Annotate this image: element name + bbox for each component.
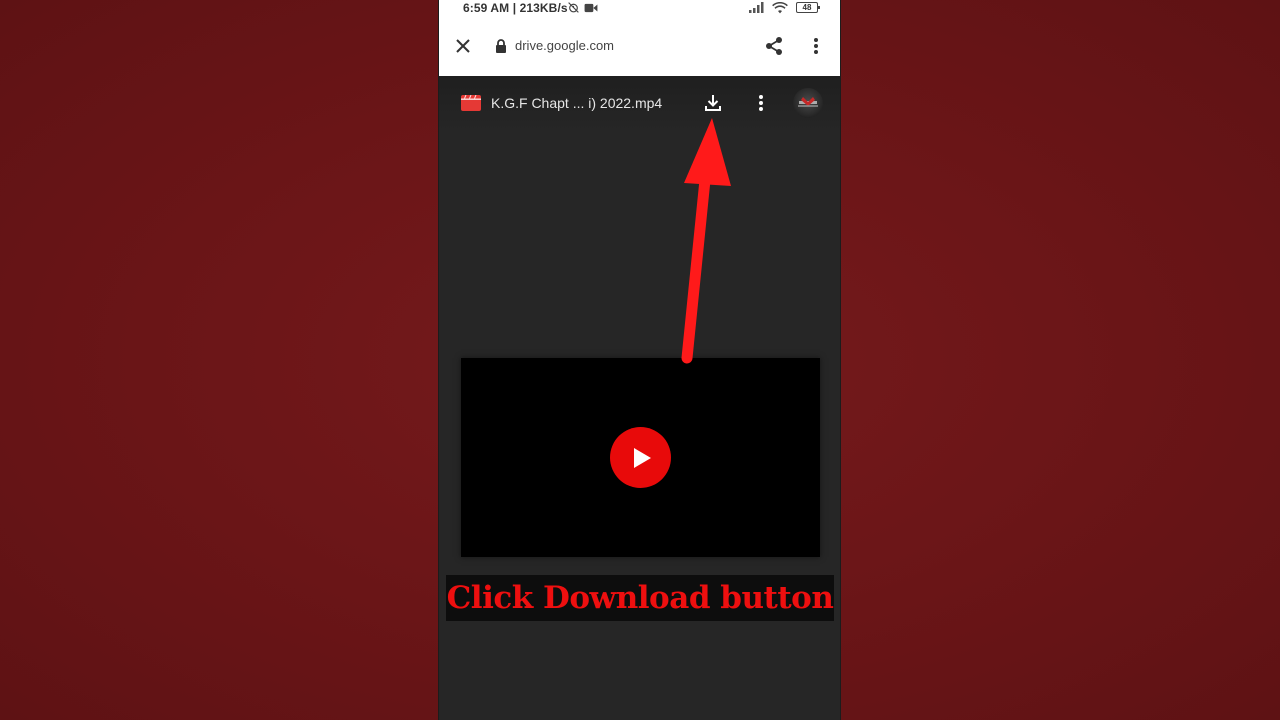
battery-icon: 48 [796, 2, 820, 13]
download-button[interactable] [701, 91, 725, 115]
status-extra-icons [567, 1, 598, 14]
alarm-off-icon [568, 2, 579, 13]
url-text[interactable]: drive.google.com [515, 38, 614, 53]
avatar[interactable] [793, 88, 823, 118]
avatar-image-icon [798, 97, 818, 107]
video-player[interactable] [461, 358, 820, 557]
share-icon [766, 37, 782, 55]
caption-box: Click Download button [446, 575, 834, 621]
drive-viewer-header: K.G.F Chapt ... i) 2022.mp4 [439, 76, 840, 132]
signal-icon [749, 2, 764, 13]
close-icon [456, 39, 470, 53]
play-button[interactable] [610, 427, 671, 488]
wifi-icon [772, 1, 788, 13]
browser-menu-button[interactable] [804, 34, 828, 58]
file-name: K.G.F Chapt ... i) 2022.mp4 [491, 95, 663, 111]
status-time: 6:59 AM | 213KB/s [463, 1, 568, 15]
lock-icon [496, 39, 506, 53]
video-camera-icon [584, 3, 598, 12]
battery-level: 48 [802, 3, 812, 12]
download-icon [705, 95, 721, 111]
more-vert-icon [759, 95, 763, 111]
video-file-icon [461, 95, 481, 111]
status-right-icons: 48 [749, 1, 820, 14]
browser-bar: drive.google.com [439, 16, 840, 76]
play-icon [633, 447, 651, 468]
status-bar: 6:59 AM | 213KB/s 48 [439, 0, 840, 16]
caption-text: Click Download button [446, 580, 834, 616]
share-button[interactable] [762, 34, 786, 58]
close-button[interactable] [451, 34, 475, 58]
more-vert-icon [814, 38, 818, 54]
viewer-menu-button[interactable] [749, 91, 773, 115]
